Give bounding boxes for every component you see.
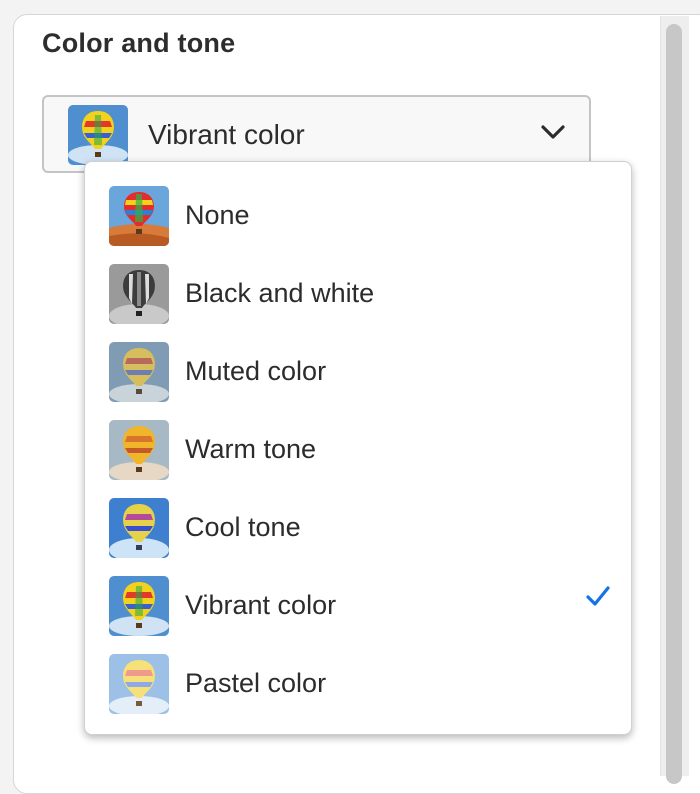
vibrant-balloon-thumbnail	[68, 105, 128, 165]
menu-item-none[interactable]: None	[85, 177, 631, 255]
chevron-down-icon	[540, 123, 566, 146]
pastel-balloon-thumbnail	[109, 654, 169, 714]
menu-item-vibrant-color[interactable]: Vibrant color	[85, 567, 631, 645]
vibrant-balloon-thumbnail	[109, 576, 169, 636]
section-title: Color and tone	[42, 28, 236, 58]
color-tone-dropdown-menu: None Black and white Muted color Warm to…	[84, 161, 632, 735]
cool-balloon-thumbnail	[109, 498, 169, 558]
menu-item-label: Warm tone	[185, 434, 317, 464]
menu-item-warm-tone[interactable]: Warm tone	[85, 411, 631, 489]
menu-item-label: Pastel color	[185, 668, 327, 698]
menu-item-pastel-color[interactable]: Pastel color	[85, 645, 631, 723]
none-balloon-thumbnail	[109, 186, 169, 246]
menu-item-label: Vibrant color	[185, 590, 337, 620]
checkmark-icon	[585, 585, 611, 612]
menu-item-black-and-white[interactable]: Black and white	[85, 255, 631, 333]
warm-balloon-thumbnail	[109, 420, 169, 480]
black-and-white-balloon-thumbnail	[109, 264, 169, 324]
muted-balloon-thumbnail	[109, 342, 169, 402]
picker-selected-label: Vibrant color	[148, 119, 305, 150]
menu-item-label: Cool tone	[185, 512, 301, 542]
menu-item-label: Muted color	[185, 356, 327, 386]
scrollbar-thumb[interactable]	[666, 24, 682, 784]
menu-item-muted-color[interactable]: Muted color	[85, 333, 631, 411]
menu-item-label: None	[185, 200, 250, 230]
menu-item-cool-tone[interactable]: Cool tone	[85, 489, 631, 567]
menu-item-label: Black and white	[185, 278, 375, 308]
